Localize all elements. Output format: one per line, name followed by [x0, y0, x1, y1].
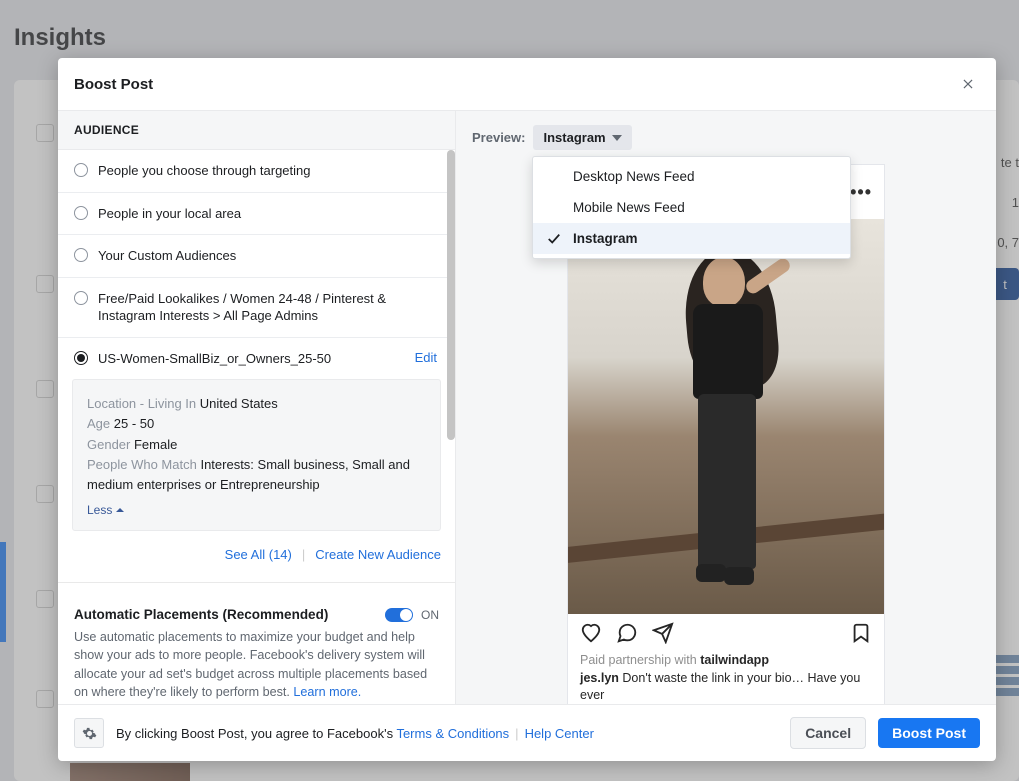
edit-audience-link[interactable]: Edit [415, 350, 437, 365]
audience-header: AUDIENCE [58, 111, 455, 150]
summary-age-value: 25 - 50 [114, 416, 154, 431]
divider: | [302, 547, 305, 562]
audience-label: People in your local area [98, 205, 437, 223]
less-toggle[interactable]: Less [87, 501, 124, 520]
audience-option-targeting[interactable]: People you choose through targeting [58, 150, 455, 193]
modal-title: Boost Post [74, 76, 153, 93]
summary-match-label: People Who Match [87, 457, 200, 472]
bookmark-icon[interactable] [850, 622, 872, 644]
cancel-button[interactable]: Cancel [790, 717, 866, 749]
placements-title: Automatic Placements (Recommended) [74, 607, 328, 622]
comment-icon[interactable] [616, 622, 638, 644]
gear-icon [82, 726, 97, 741]
preview-selector[interactable]: Instagram [533, 125, 631, 150]
share-icon[interactable] [652, 622, 674, 644]
post-more-button[interactable]: ••• [850, 182, 872, 203]
radio-unchecked[interactable] [74, 163, 88, 177]
right-column: Preview: Instagram Desktop News Feed Mob… [456, 111, 996, 704]
help-center-link[interactable]: Help Center [525, 726, 594, 741]
footer-agreement: By clicking Boost Post, you agree to Fac… [116, 726, 778, 741]
chevron-down-icon [612, 135, 622, 141]
post-image [568, 219, 884, 614]
terms-link[interactable]: Terms & Conditions [396, 726, 509, 741]
summary-location-value: United States [200, 396, 278, 411]
check-icon [547, 232, 561, 246]
modal-body: AUDIENCE People you choose through targe… [58, 111, 996, 704]
boost-post-modal: Boost Post AUDIENCE People you choose th… [58, 58, 996, 761]
caption-username: jes.lyn [580, 671, 619, 685]
chevron-up-icon [116, 507, 124, 513]
dropdown-option-mobile[interactable]: Mobile News Feed [533, 192, 850, 223]
audience-option-local[interactable]: People in your local area [58, 193, 455, 236]
boost-post-button[interactable]: Boost Post [878, 718, 980, 748]
modal-header: Boost Post [58, 58, 996, 111]
placements-toggle-label: ON [421, 608, 439, 622]
dropdown-option-instagram[interactable]: Instagram [533, 223, 850, 254]
placements-description: Use automatic placements to maximize you… [74, 628, 439, 701]
audience-option-selected[interactable]: US-Women-SmallBiz_or_Owners_25-50 Edit [58, 338, 455, 380]
audience-option-custom[interactable]: Your Custom Audiences [58, 235, 455, 278]
modal-footer: By clicking Boost Post, you agree to Fac… [58, 704, 996, 761]
paid-partner: tailwindapp [700, 653, 769, 667]
preview-dropdown: Desktop News Feed Mobile News Feed Insta… [532, 156, 851, 259]
preview-label: Preview: [472, 130, 525, 145]
post-caption: Paid partnership with tailwindapp jes.ly… [568, 650, 884, 704]
radio-unchecked[interactable] [74, 248, 88, 262]
dropdown-option-desktop[interactable]: Desktop News Feed [533, 161, 850, 192]
placements-toggle[interactable] [385, 608, 413, 622]
left-column: AUDIENCE People you choose through targe… [58, 111, 456, 704]
like-icon[interactable] [580, 622, 602, 644]
see-all-link[interactable]: See All (14) [225, 547, 292, 562]
create-new-audience-link[interactable]: Create New Audience [315, 547, 441, 562]
summary-gender-value: Female [134, 437, 177, 452]
close-button[interactable] [956, 72, 980, 96]
less-label: Less [87, 501, 112, 520]
summary-location-label: Location - Living In [87, 396, 200, 411]
audience-summary: Location - Living In United States Age 2… [72, 379, 441, 531]
audience-option-lookalikes[interactable]: Free/Paid Lookalikes / Women 24-48 / Pin… [58, 278, 455, 338]
placements-section: Automatic Placements (Recommended) ON Us… [58, 597, 455, 704]
settings-button[interactable] [74, 718, 104, 748]
radio-checked[interactable] [74, 351, 88, 365]
preview-selected: Instagram [543, 130, 605, 145]
audience-links: See All (14) | Create New Audience [58, 541, 455, 582]
learn-more-link[interactable]: Learn more. [293, 685, 361, 699]
summary-age-label: Age [87, 416, 114, 431]
radio-unchecked[interactable] [74, 291, 88, 305]
audience-label: Your Custom Audiences [98, 247, 437, 265]
audience-label: US-Women-SmallBiz_or_Owners_25-50 [98, 350, 405, 368]
left-scroll-area[interactable]: People you choose through targeting Peop… [58, 150, 455, 704]
post-actions [568, 614, 884, 650]
summary-gender-label: Gender [87, 437, 134, 452]
scrollbar[interactable] [447, 150, 455, 440]
radio-unchecked[interactable] [74, 206, 88, 220]
audience-label: Free/Paid Lookalikes / Women 24-48 / Pin… [98, 290, 437, 325]
caption-text: Don't waste the link in your bio… Have y… [580, 671, 860, 703]
placements-toggle-wrap: ON [385, 608, 439, 622]
audience-label: People you choose through targeting [98, 162, 437, 180]
section-divider [58, 582, 455, 583]
